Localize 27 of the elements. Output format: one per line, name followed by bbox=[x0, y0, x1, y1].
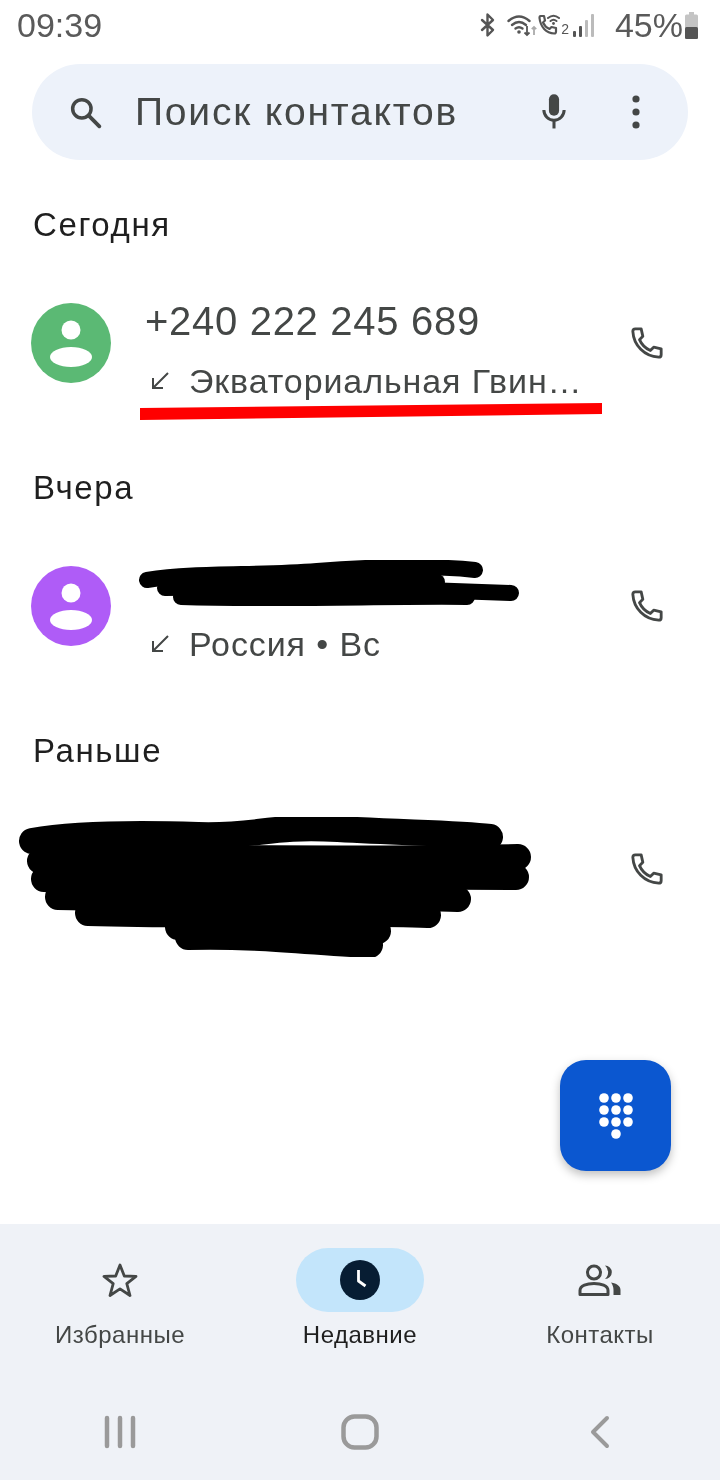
search-field[interactable]: Поиск контактов bbox=[135, 87, 541, 137]
signal-icon bbox=[572, 13, 595, 37]
avatar-icon[interactable] bbox=[31, 566, 111, 646]
star-icon bbox=[102, 1262, 138, 1298]
search-bar[interactable]: Поиск контактов bbox=[32, 64, 688, 160]
call-detail: Россия • Вс bbox=[189, 624, 381, 665]
dialpad-button[interactable] bbox=[560, 1060, 671, 1171]
nav-tab[interactable]: Недавние bbox=[296, 1248, 424, 1350]
battery-percent: 45% bbox=[614, 5, 683, 45]
battery-icon bbox=[685, 11, 698, 39]
section-heading: Сегодня bbox=[33, 205, 171, 245]
status-time: 09:39 bbox=[17, 5, 103, 45]
nav-tab[interactable]: Избранные bbox=[55, 1248, 185, 1350]
section-heading: Вчера bbox=[33, 468, 135, 508]
wifi-icon bbox=[507, 13, 538, 37]
nav-tab[interactable]: Контакты bbox=[536, 1248, 664, 1350]
more-options-icon[interactable] bbox=[631, 95, 641, 129]
clock-icon bbox=[340, 1260, 380, 1300]
dialpad-icon bbox=[597, 1092, 634, 1139]
contacts-icon bbox=[578, 1263, 622, 1297]
call-detail: Экваториальная Гвин… bbox=[189, 361, 583, 402]
wifi-calling-icon bbox=[537, 13, 562, 37]
phone-number: +240 222 245 689 bbox=[145, 298, 480, 345]
section-heading: Раньше bbox=[33, 731, 163, 771]
sim-number: 2 bbox=[561, 21, 569, 37]
bluetooth-icon bbox=[480, 12, 497, 38]
microphone-icon[interactable] bbox=[541, 93, 567, 131]
